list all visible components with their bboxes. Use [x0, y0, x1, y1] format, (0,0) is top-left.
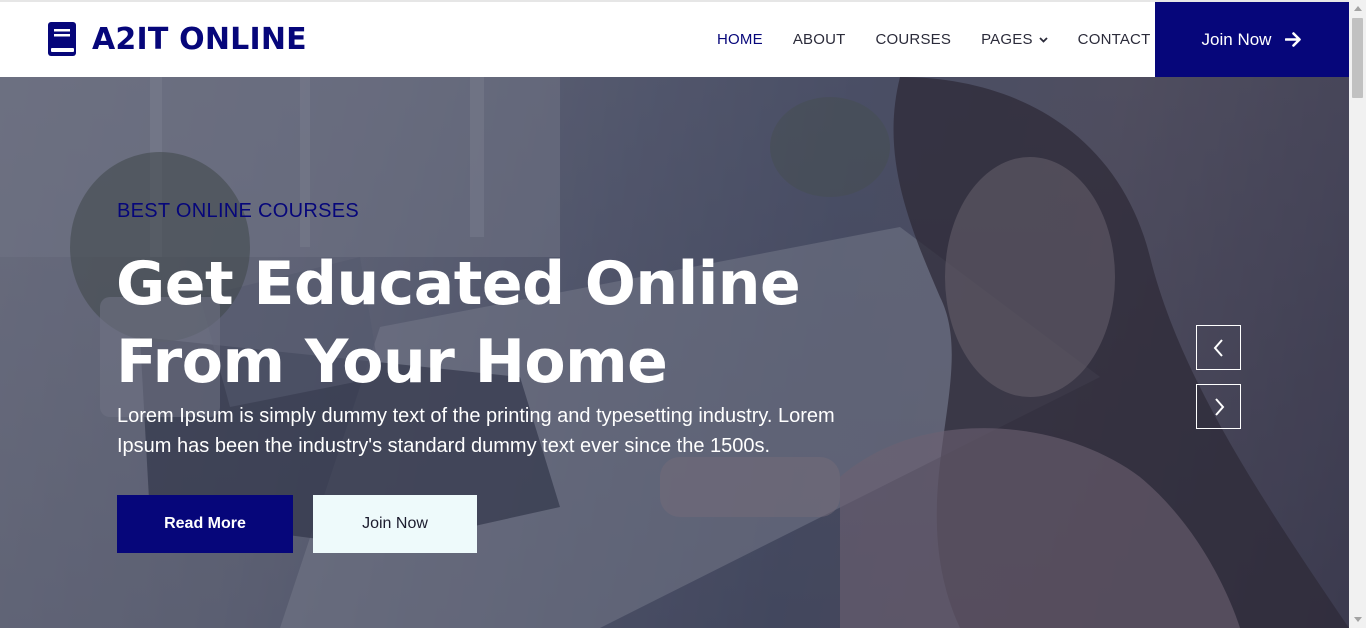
hero-title-line-1: Get Educated Online: [116, 249, 801, 319]
hero-description: Lorem Ipsum is simply dummy text of the …: [117, 405, 835, 457]
scroll-thumb[interactable]: [1352, 18, 1363, 98]
main-nav: HOME ABOUT COURSES PAGES CONTACT: [702, 2, 1165, 77]
nav-item-label: CONTACT: [1077, 31, 1151, 48]
book-icon: [48, 22, 76, 56]
carousel-next-button[interactable]: [1196, 384, 1241, 429]
nav-item-home[interactable]: HOME: [702, 31, 778, 48]
join-now-hero-button[interactable]: Join Now: [313, 495, 477, 553]
nav-item-contact[interactable]: CONTACT: [1063, 31, 1166, 48]
chevron-left-icon: [1213, 338, 1223, 357]
nav-item-label: HOME: [717, 31, 763, 48]
nav-item-about[interactable]: ABOUT: [778, 31, 861, 48]
scroll-up-arrow[interactable]: [1349, 0, 1366, 17]
brand-logo[interactable]: A2IT ONLINE: [48, 20, 307, 58]
nav-item-pages[interactable]: PAGES: [966, 31, 1063, 48]
page-scrollbar[interactable]: [1349, 0, 1366, 628]
chevron-down-icon: [1039, 36, 1048, 43]
nav-item-label: ABOUT: [792, 31, 846, 48]
join-now-nav-button[interactable]: Join Now: [1155, 2, 1349, 77]
read-more-button[interactable]: Read More: [117, 495, 293, 553]
scroll-down-arrow[interactable]: [1349, 611, 1366, 628]
navbar: A2IT ONLINE HOME ABOUT COURSES PAGES CON…: [0, 0, 1349, 77]
brand-name: A2IT ONLINE: [92, 21, 307, 57]
carousel-prev-button[interactable]: [1196, 325, 1241, 370]
chevron-right-icon: [1214, 397, 1224, 416]
nav-item-label: PAGES: [981, 31, 1033, 48]
nav-item-courses[interactable]: COURSES: [861, 31, 967, 48]
hero-subtitle: BEST ONLINE COURSES: [117, 200, 360, 222]
nav-item-label: COURSES: [875, 31, 952, 48]
hero-carousel: BEST ONLINE COURSES Get Educated Online …: [0, 77, 1349, 628]
hero-title: Get Educated Online From Your Home: [116, 245, 876, 401]
hero-title-line-2: From Your Home: [116, 327, 668, 397]
join-now-label: Join Now: [1201, 29, 1272, 49]
arrow-right-icon: [1285, 32, 1302, 47]
